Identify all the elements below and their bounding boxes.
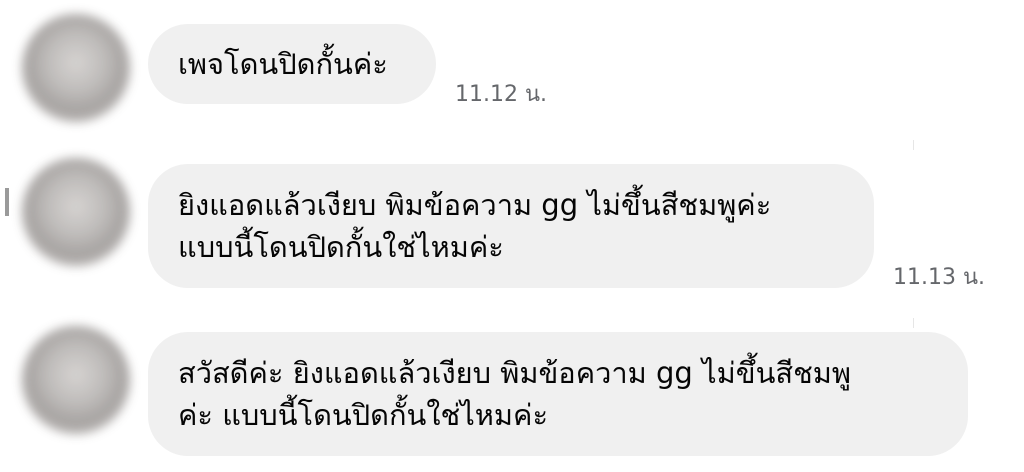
sender-avatar[interactable] [22,14,130,122]
message-bubble[interactable]: สวัสดีค่ะ ยิงแอดแล้วเงียบ พิมข้อความ gg … [148,332,968,456]
chat-thread: เพจโดนปิดกั้นค่ะ 11.12 น. ยิงแอดแล้วเงีย… [0,0,1024,472]
message-bubble[interactable]: เพจโดนปิดกั้นค่ะ [148,24,436,104]
message-timestamp: 11.12 น. [455,82,548,107]
scrollbar[interactable] [5,188,9,216]
divider [913,140,914,150]
divider [913,318,914,328]
sender-avatar[interactable] [22,158,130,266]
message-timestamp: 11.13 น. [893,265,986,290]
message-bubble[interactable]: ยิงแอดแล้วเงียบ พิมข้อความ gg ไม่ขึ้นสีช… [148,164,874,288]
sender-avatar[interactable] [22,326,130,434]
